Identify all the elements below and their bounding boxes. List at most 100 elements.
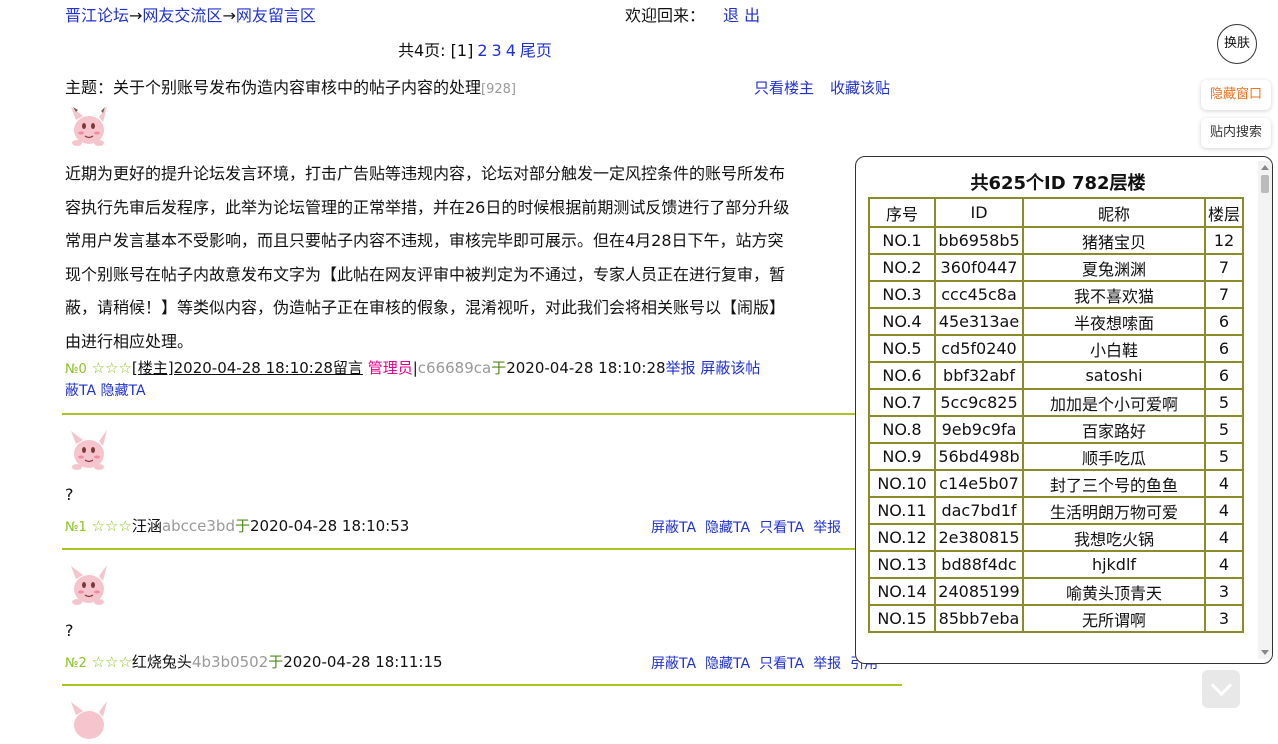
post-line: 常用户发言基本不受影响，而且只要帖子内容不违规，审核完毕即可展示。但在4月28日… [65, 231, 784, 250]
block-ta-link[interactable]: 蔽TA [65, 383, 96, 399]
page-link-2[interactable]: 2 [477, 41, 487, 60]
scroll-down-icon[interactable] [1261, 650, 1269, 655]
row-floors: 6 [1204, 334, 1244, 363]
post-body: 近期为更好的提升论坛发言环境，打击广告贴等违规内容，论坛对部分触发一定风控条件的… [65, 157, 865, 358]
table-row[interactable]: NO.14 24085199 喻黄头顶青天 3 [868, 577, 1244, 606]
table-row[interactable]: NO.12 2e380815 我想吃火锅 4 [868, 523, 1244, 552]
post-line: 容执行先审后发程序，此举为论坛管理的正常举措，并在26日的时候根据前期测试反馈进… [65, 197, 790, 217]
row-id: dac7bd1f [934, 496, 1024, 525]
skin-button[interactable]: 换肤 [1217, 24, 1257, 64]
in-post-search-button[interactable]: 贴内搜索 [1201, 118, 1271, 148]
row-index: NO.6 [868, 361, 936, 390]
table-row[interactable]: NO.6 bbf32abf satoshi 6 [868, 361, 1244, 390]
row-index: NO.7 [868, 388, 936, 417]
row-index: NO.5 [868, 334, 936, 363]
row-id: bd88f4dc [934, 550, 1024, 579]
row-nickname: 生活明朗万物可爱 [1022, 496, 1206, 525]
scroll-thumb[interactable] [1261, 175, 1269, 193]
row-nickname: 小白鞋 [1022, 334, 1206, 363]
user-id: 4b3b0502 [191, 653, 269, 671]
crumb-arrow: → [222, 6, 236, 25]
row-id: ccc45c8a [934, 280, 1024, 309]
table-row[interactable]: NO.7 5cc9c825 加加是个小可爱啊 5 [868, 388, 1244, 417]
row-id: c14e5b07 [934, 469, 1024, 498]
row-floors: 4 [1204, 550, 1244, 579]
clefairy-avatar-icon [71, 565, 107, 605]
row-floors: 4 [1204, 469, 1244, 498]
page-link-4[interactable]: 4 [506, 41, 516, 60]
table-row[interactable]: NO.2 360f0447 夏兔渊渊 7 [868, 253, 1244, 282]
block-ta-link[interactable]: 屏蔽TA [651, 656, 696, 672]
post-line: 现个别账号在帖子内故意发布文字为【此帖在网友评审中被判定为不通过，专家人员正在进… [65, 264, 786, 284]
last-page-link[interactable]: 尾页 [520, 41, 552, 60]
only-ta-link[interactable]: 只看TA [759, 520, 804, 536]
row-nickname: 加加是个小可爱啊 [1022, 388, 1206, 417]
host-tag: [楼主]2020-04-28 18:10:28留言 [131, 359, 363, 377]
table-row[interactable]: NO.10 c14e5b07 封了三个号的鱼鱼 4 [868, 469, 1244, 498]
row-nickname: 百家路好 [1022, 415, 1206, 444]
id-table: 序号 ID 昵称 楼层 NO.1 bb6958b5 猪猪宝贝 12 NO.2 360f04… [868, 197, 1244, 633]
block-ta-link[interactable]: 屏蔽TA [651, 520, 696, 536]
row-floors: 3 [1204, 604, 1244, 633]
favorite-link[interactable]: 收藏该贴 [830, 79, 890, 97]
clefairy-avatar-icon [71, 106, 107, 146]
welcome-text: 欢迎回来： [625, 6, 706, 25]
row-floors: 6 [1204, 361, 1244, 390]
user-name: 汪涵 [131, 517, 162, 535]
scroll-down-button[interactable] [1202, 670, 1240, 708]
row-nickname: 无所谓啊 [1022, 604, 1206, 633]
row-id: 56bd498b [934, 442, 1024, 471]
crumb-community-link[interactable]: 网友交流区 [142, 6, 222, 25]
table-row[interactable]: NO.4 45e313ae 半夜想嗦面 6 [868, 307, 1244, 336]
table-row[interactable]: NO.3 ccc45c8a 我不喜欢猫 7 [868, 280, 1244, 309]
topic-label: 主题：关于个别账号发布伪造内容审核中的帖子内容的处理 [65, 78, 482, 97]
hide-window-button[interactable]: 隐藏窗口 [1201, 80, 1271, 110]
only-host-link[interactable]: 只看楼主 [754, 79, 814, 97]
post-meta-actions: 蔽TA 隐藏TA [65, 381, 146, 401]
block-post-link[interactable]: 屏蔽该帖 [700, 359, 760, 377]
row-index: NO.1 [868, 226, 936, 255]
report-link[interactable]: 举报 [813, 520, 841, 536]
row-index: NO.2 [868, 253, 936, 282]
post-time: 2020-04-28 18:11:15 [283, 653, 443, 671]
row-nickname: 我不喜欢猫 [1022, 280, 1206, 309]
row-nickname: 猪猪宝贝 [1022, 226, 1206, 255]
page-link-3[interactable]: 3 [492, 41, 502, 60]
row-index: NO.11 [868, 496, 936, 525]
floor-number: №1 [65, 520, 87, 535]
report-link[interactable]: 举报 [813, 656, 841, 672]
table-row[interactable]: NO.13 bd88f4dc hjkdlf 4 [868, 550, 1244, 579]
topic-title: 主题：关于个别账号发布伪造内容审核中的帖子内容的处理[928] [65, 78, 516, 100]
report-link[interactable]: 举报 [666, 359, 696, 377]
post-divider [62, 413, 902, 415]
star-rating: ☆☆☆ [91, 359, 132, 377]
row-floors: 5 [1204, 388, 1244, 417]
row-floors: 6 [1204, 307, 1244, 336]
hide-ta-link[interactable]: 隐藏TA [705, 656, 750, 672]
row-index: NO.12 [868, 523, 936, 552]
star-rating: ☆☆☆ [91, 653, 132, 671]
user-id: abcce3bd [161, 517, 235, 535]
table-row[interactable]: NO.11 dac7bd1f 生活明朗万物可爱 4 [868, 496, 1244, 525]
table-row[interactable]: NO.9 56bd498b 顺手吃瓜 5 [868, 442, 1244, 471]
crumb-board-link[interactable]: 网友留言区 [236, 6, 316, 25]
table-row[interactable]: NO.15 85bb7eba 无所谓啊 3 [868, 604, 1244, 633]
table-row[interactable]: NO.1 bb6958b5 猪猪宝贝 12 [868, 226, 1244, 255]
hide-ta-link[interactable]: 隐藏TA [101, 383, 146, 399]
logout-link[interactable]: 退 出 [723, 6, 760, 25]
crumb-forum-link[interactable]: 晋江论坛 [65, 6, 129, 25]
row-floors: 7 [1204, 280, 1244, 309]
table-row[interactable]: NO.8 9eb9c9fa 百家路好 5 [868, 415, 1244, 444]
hide-ta-link[interactable]: 隐藏TA [705, 520, 750, 536]
only-ta-link[interactable]: 只看TA [759, 656, 804, 672]
row-floors: 3 [1204, 577, 1244, 606]
reply-actions: 屏蔽TA 隐藏TA 只看TA 举报 引用 [651, 653, 887, 673]
scroll-up-icon[interactable] [1261, 165, 1269, 170]
row-nickname: 喻黄头顶青天 [1022, 577, 1206, 606]
pagination: 共4页: [1] 2 3 4 尾页 [398, 41, 552, 61]
popup-scrollbar[interactable] [1258, 161, 1272, 659]
row-index: NO.13 [868, 550, 936, 579]
post-time: 2020-04-28 18:10:53 [249, 517, 410, 535]
post-meta: №0 ☆☆☆[楼主]2020-04-28 18:10:28留言 管理员|c666… [65, 358, 760, 380]
table-row[interactable]: NO.5 cd5f0240 小白鞋 6 [868, 334, 1244, 363]
